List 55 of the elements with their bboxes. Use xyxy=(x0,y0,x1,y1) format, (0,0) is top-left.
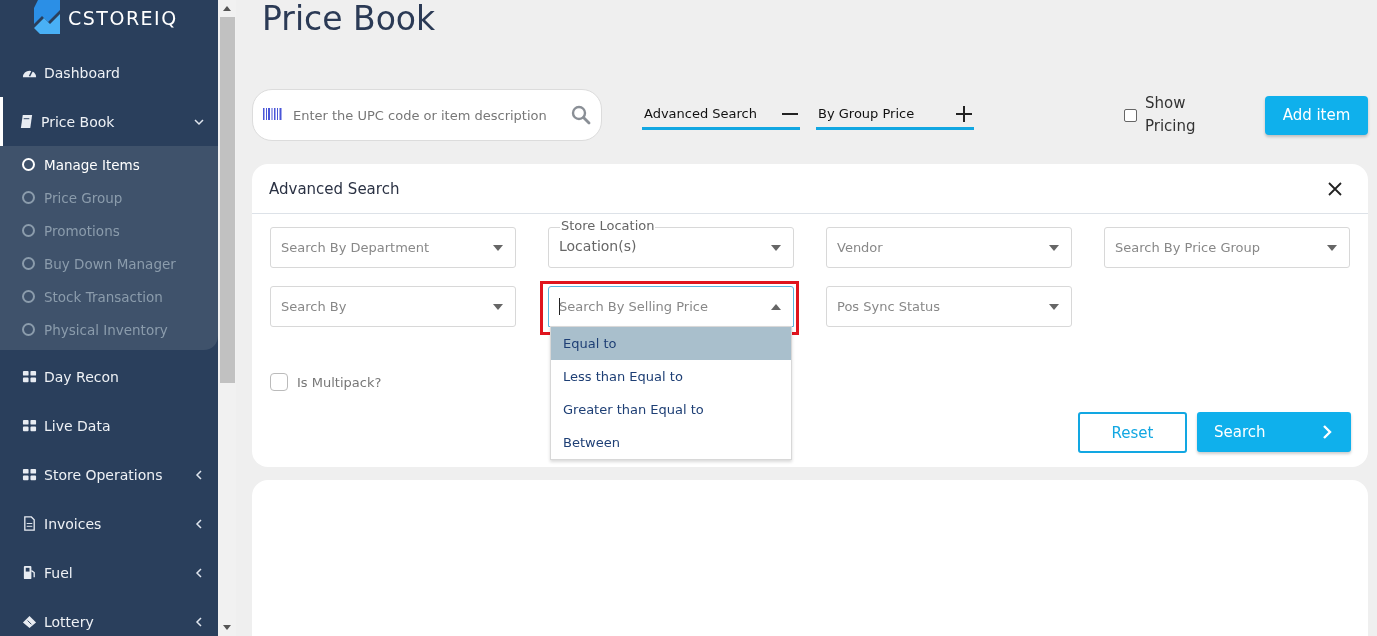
circle-icon xyxy=(22,191,35,204)
chevron-icon xyxy=(1322,425,1332,439)
dropdown-option[interactable]: Equal to xyxy=(551,327,791,360)
circle-icon xyxy=(22,290,35,303)
caret-icon xyxy=(771,303,781,310)
nav-item[interactable]: Fuel xyxy=(0,548,218,597)
select-field[interactable]: Pos Sync Status xyxy=(826,286,1072,327)
checkbox[interactable] xyxy=(1124,108,1137,122)
checkbox-label: Is Multipack? xyxy=(297,374,382,390)
minus-icon xyxy=(782,112,798,115)
caret-icon xyxy=(493,303,503,310)
ticket-icon xyxy=(22,614,37,629)
search-icon[interactable] xyxy=(571,105,591,125)
dropdown-option[interactable]: Less than Equal to xyxy=(551,360,791,393)
select-field[interactable]: Search By xyxy=(270,286,516,327)
logo-text: CSTOREIQ xyxy=(68,7,178,29)
page-title: Price Book xyxy=(262,0,437,40)
select-field[interactable]: Search By Selling Price xyxy=(548,286,794,327)
book-icon xyxy=(19,114,34,129)
circle-icon xyxy=(22,224,35,237)
caret-icon xyxy=(771,244,781,251)
caret-icon xyxy=(1049,244,1059,251)
nav-item[interactable]: Dashboard xyxy=(0,48,218,97)
dropdown-option[interactable]: Greater than Equal to xyxy=(551,393,791,426)
checkbox[interactable] xyxy=(270,373,288,391)
select-field[interactable]: Search By Price Group xyxy=(1104,227,1350,268)
barcode-icon xyxy=(263,107,283,123)
nav-item[interactable]: Invoices xyxy=(0,499,218,548)
plus-icon xyxy=(956,105,972,122)
card-title: Advanced Search xyxy=(269,179,400,198)
caret-icon xyxy=(493,244,503,251)
circle-icon xyxy=(22,158,35,171)
toggle-tab[interactable]: Advanced Search xyxy=(642,100,800,130)
document-icon xyxy=(22,516,37,531)
circle-icon xyxy=(22,257,35,270)
caret-icon xyxy=(1327,244,1337,251)
search-input[interactable]: Enter the UPC code or item description xyxy=(291,106,563,124)
nav-item[interactable]: Day Recon xyxy=(0,352,218,401)
grid-icon xyxy=(22,369,37,384)
nav-item[interactable]: Lottery xyxy=(0,597,218,636)
nav-item[interactable]: Live Data xyxy=(0,401,218,450)
fuel-pump-icon xyxy=(22,565,37,580)
checkbox-label: Show Pricing xyxy=(1145,93,1197,137)
close-icon[interactable] xyxy=(1328,181,1342,196)
caret-icon xyxy=(1049,303,1059,310)
grid-icon xyxy=(22,467,37,482)
select-field[interactable]: Vendor xyxy=(826,227,1072,268)
select-field[interactable]: Search By Department xyxy=(270,227,516,268)
search-field[interactable]: Enter the UPC code or item description xyxy=(252,89,602,141)
toggle-tab[interactable]: By Group Price xyxy=(816,100,974,130)
submenu-item[interactable]: Manage Items xyxy=(0,148,218,181)
dropdown-option[interactable]: Between xyxy=(551,426,791,459)
nav-item[interactable]: Store Operations xyxy=(0,450,218,499)
grid-icon xyxy=(22,418,37,433)
circle-icon xyxy=(22,323,35,336)
